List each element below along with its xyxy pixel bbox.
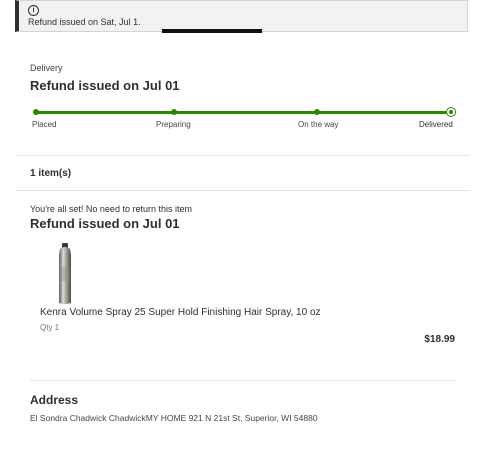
return-note: You're all set! No need to return this i…: [30, 204, 192, 214]
step-dot-preparing: [171, 109, 177, 115]
delivery-label: Delivery: [30, 63, 63, 73]
banner-text: Refund issued on Sat, Jul 1.: [28, 17, 141, 27]
step-dot-on-the-way: [314, 109, 320, 115]
step-dot-delivered: [446, 107, 456, 117]
divider: [15, 155, 470, 156]
delivery-status-title: Refund issued on Jul 01: [30, 78, 180, 93]
step-label-on-the-way: On the way: [298, 120, 339, 129]
address-text: El Sondra Chadwick ChadwickMY HOME 921 N…: [30, 413, 318, 423]
item-status-title: Refund issued on Jul 01: [30, 216, 180, 231]
step-label-preparing: Preparing: [156, 120, 191, 129]
step-label-delivered: Delivered: [419, 120, 453, 129]
progress-track: [35, 111, 450, 114]
step-label-placed: Placed: [32, 120, 57, 129]
product-name[interactable]: Kenra Volume Spray 25 Super Hold Finishi…: [40, 307, 321, 318]
items-count: 1 item(s): [30, 168, 72, 179]
divider: [30, 380, 455, 381]
info-icon: i: [28, 5, 39, 16]
divider: [15, 190, 470, 191]
product-price: $18.99: [424, 334, 455, 345]
product-image[interactable]: [56, 243, 74, 305]
step-dot-placed: [33, 109, 39, 115]
product-qty: Qty 1: [40, 323, 60, 332]
refund-banner: i Refund issued on Sat, Jul 1.: [15, 0, 468, 33]
redacted-bar: [162, 29, 262, 33]
address-title: Address: [30, 393, 79, 407]
